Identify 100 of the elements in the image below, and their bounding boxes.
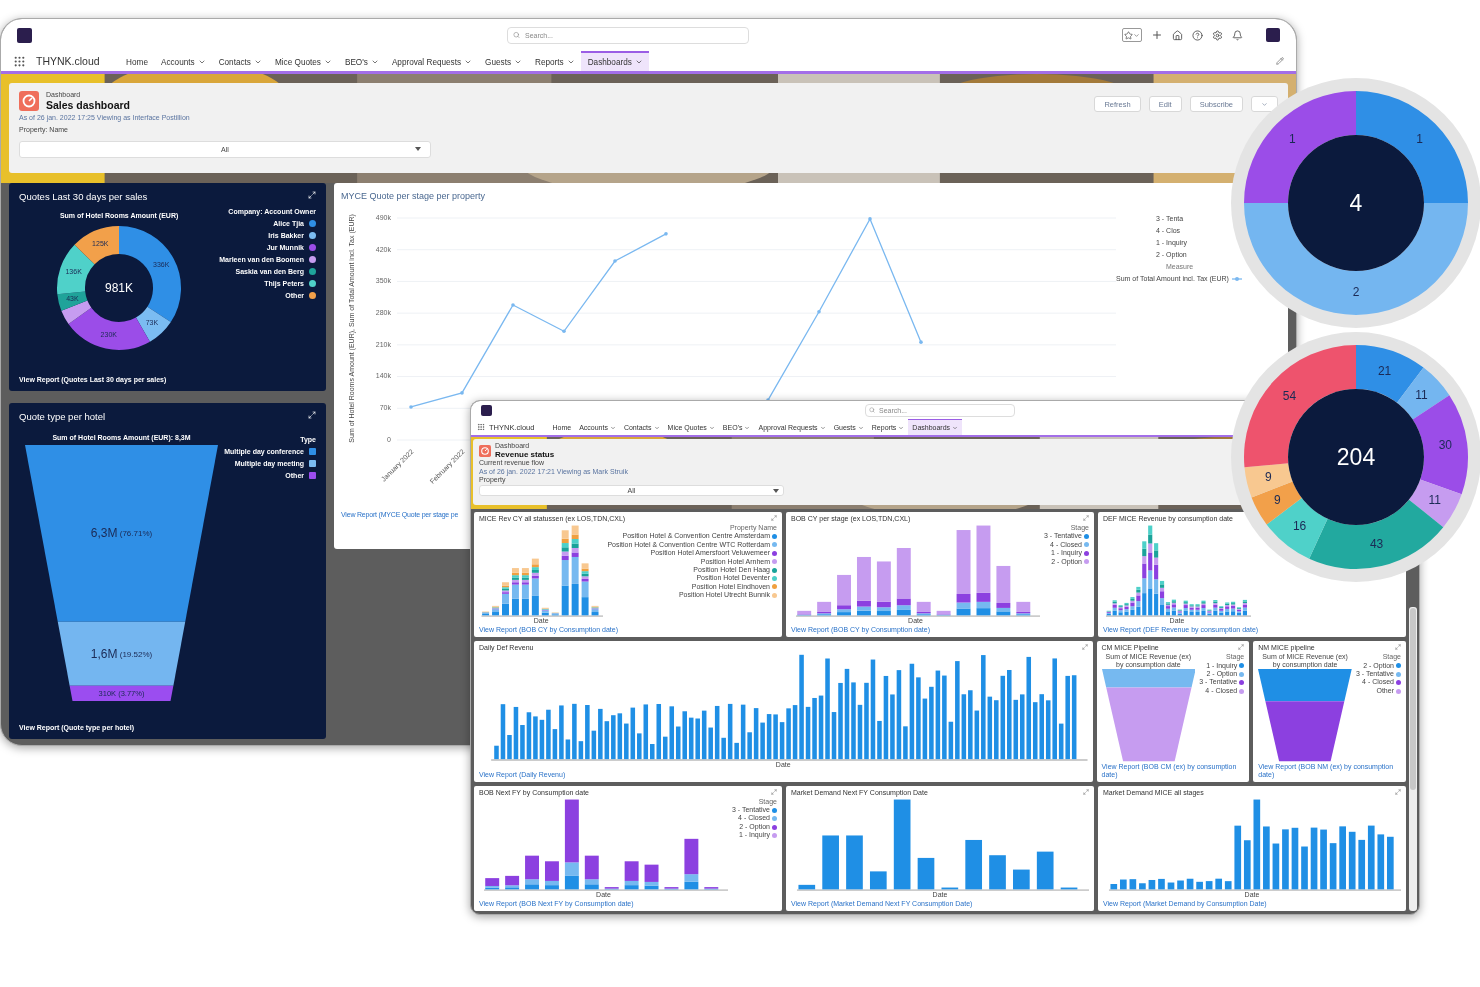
bar [869, 871, 887, 889]
nav-tab[interactable]: Home [119, 51, 155, 71]
stacked-bar [684, 838, 699, 889]
stacked-bar [482, 611, 490, 616]
slice-label: 30 [1438, 438, 1452, 453]
expand-icon[interactable] [308, 411, 316, 419]
bell-icon[interactable] [1232, 29, 1243, 41]
settings-icon[interactable] [1212, 29, 1223, 41]
dashboard-title: Sales dashboard [46, 99, 131, 112]
nav-tab[interactable]: Accounts [154, 51, 213, 71]
donut-total: 4 [1349, 190, 1363, 217]
stacked-bar [916, 601, 931, 616]
pencil-icon[interactable] [1276, 57, 1284, 65]
bar [1263, 826, 1270, 889]
stacked-bar [1016, 601, 1031, 616]
segment-label: 1,6M (19.52%) [90, 646, 152, 661]
bar [965, 839, 982, 889]
bar [1139, 882, 1146, 889]
bar [1110, 883, 1118, 889]
stacked-bar [485, 877, 500, 889]
slice-label: 1 [1416, 131, 1423, 146]
stacked-bar [704, 886, 719, 889]
segment-label: 6,3M (76.71%) [90, 526, 152, 541]
nav-tab[interactable]: Approval Requests [385, 51, 479, 71]
stacked-bar [857, 556, 871, 616]
bar [1148, 879, 1156, 889]
nav-tab[interactable]: Reports [528, 51, 582, 71]
line-legend-icon [1231, 275, 1242, 282]
dashboard-icon [479, 444, 491, 457]
slice-label: 2 [1352, 285, 1360, 300]
bar [1129, 878, 1137, 889]
bar [1387, 836, 1394, 889]
bar [1186, 878, 1194, 889]
bar [1310, 827, 1318, 889]
bar [1196, 881, 1203, 889]
stacked-bar [584, 855, 599, 889]
bar [1348, 831, 1356, 889]
logo-icon[interactable] [17, 27, 32, 43]
panel-title: MYCE Quote per stage per property [341, 191, 486, 201]
dashboard-title: Revenue status [495, 450, 555, 460]
panel-title: Quotes Last 30 days per sales [19, 191, 148, 202]
slice-label: 21 [1377, 363, 1392, 378]
stacked-bar [644, 864, 659, 889]
chevron-down-icon [1261, 100, 1268, 108]
help-icon[interactable] [1192, 29, 1203, 41]
stacked-bar [876, 561, 891, 616]
slice-label: 43 [1369, 536, 1384, 551]
bar [989, 854, 1006, 889]
bar [846, 835, 863, 889]
bar [1301, 846, 1308, 889]
chevron-down-icon [1133, 31, 1140, 39]
home-icon[interactable] [1172, 29, 1183, 41]
bar [1167, 882, 1175, 889]
nav-tab[interactable]: Dashboards [581, 51, 650, 71]
nav-tab[interactable]: BEO's [338, 51, 386, 71]
expand-icon[interactable] [308, 191, 316, 199]
stacked-bar [996, 565, 1011, 616]
stacked-bar [591, 605, 599, 616]
donut-total: 204 [1336, 444, 1376, 471]
bar [1377, 834, 1385, 889]
favorites-button[interactable] [1122, 28, 1142, 42]
bar [1272, 843, 1280, 889]
stacked-bar [521, 568, 529, 616]
stacked-bar [551, 612, 559, 616]
stacked-bar [624, 860, 639, 889]
bar [1329, 842, 1337, 889]
logo-icon[interactable] [481, 404, 492, 416]
stacked-bar [492, 605, 499, 616]
caret-icon [773, 488, 779, 493]
search-icon [869, 407, 875, 413]
bar [1224, 880, 1232, 889]
app-name: THYNK.cloud [36, 54, 100, 69]
slice-label: 11 [1415, 387, 1428, 402]
stacked-bar [837, 574, 851, 616]
plus-icon[interactable] [1151, 29, 1163, 41]
donut-total: 981K [105, 281, 134, 296]
slice-label: 11 [1428, 492, 1441, 507]
nav-tab[interactable]: Guests [478, 51, 529, 71]
bar [798, 884, 816, 889]
bar [1036, 851, 1054, 889]
bar [1158, 878, 1165, 889]
bar [1205, 880, 1213, 889]
bar [1291, 827, 1299, 889]
stacked-bar [797, 610, 812, 616]
nav-tab[interactable]: Contacts [212, 51, 269, 71]
app-launcher-icon[interactable] [477, 423, 485, 431]
slice-label: 1 [1289, 131, 1296, 146]
bar [822, 835, 839, 889]
app-launcher-icon[interactable] [13, 54, 26, 68]
stacked-bar [505, 875, 520, 889]
scrollbar[interactable] [1409, 607, 1417, 911]
bar [1177, 880, 1184, 889]
stacked-bar [541, 607, 549, 616]
bar [1339, 826, 1346, 889]
caret-icon [415, 147, 421, 152]
bar [1282, 829, 1289, 889]
nav-tab[interactable]: Mice Quotes [268, 51, 339, 71]
panel-title: Quote type per hotel [19, 411, 106, 422]
stacked-bar [581, 563, 589, 616]
avatar[interactable] [1266, 28, 1280, 42]
